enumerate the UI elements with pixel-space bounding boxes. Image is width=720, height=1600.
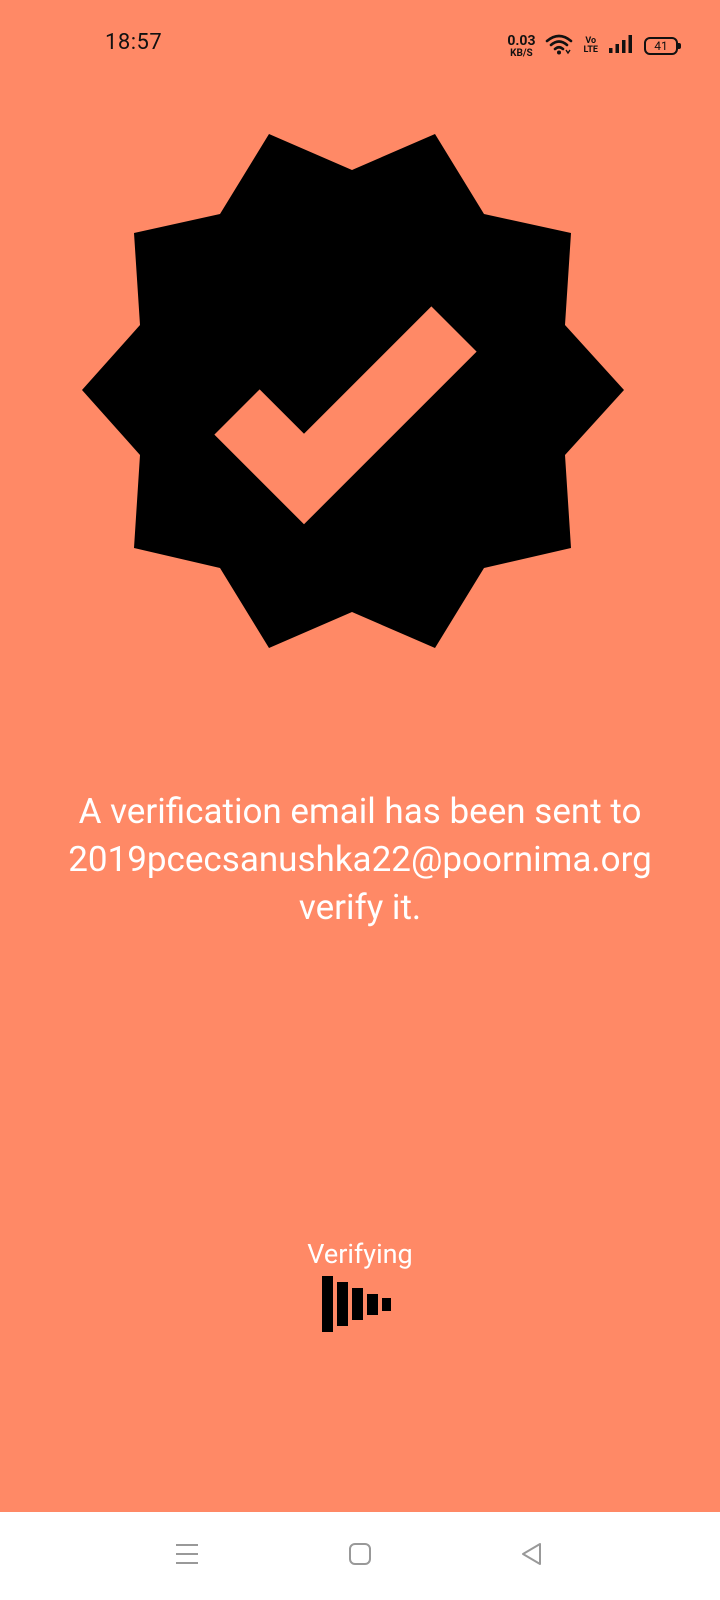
verified-badge-icon	[82, 134, 624, 648]
verification-message: A verification email has been sent to 20…	[0, 788, 720, 932]
verification-screen: 18:57 0.03 KB/S Vo LTE 41 A verification…	[0, 0, 720, 1512]
message-email: 2019pcecsanushka22@poornima.org	[68, 839, 652, 880]
signal-icon	[608, 34, 634, 58]
volte-bottom-label: LTE	[583, 45, 598, 55]
message-line-3: verify it.	[298, 887, 422, 928]
loading-bars-icon	[322, 1276, 402, 1336]
recents-button[interactable]	[165, 1534, 209, 1578]
volte-icon: Vo LTE	[583, 36, 598, 56]
menu-lines-icon	[174, 1541, 200, 1571]
status-icons: 0.03 KB/S Vo LTE 41	[507, 32, 681, 60]
loader-bar	[367, 1294, 378, 1315]
message-line-1: A verification email has been sent to	[78, 791, 642, 832]
loader-bar	[322, 1276, 333, 1332]
network-speed: 0.03 KB/S	[507, 34, 535, 59]
network-speed-value: 0.03	[507, 32, 536, 49]
back-button[interactable]	[510, 1534, 554, 1578]
verifying-label: Verifying	[307, 1238, 413, 1270]
loader-bar	[382, 1298, 391, 1311]
network-speed-unit: KB/S	[510, 47, 533, 59]
home-button[interactable]	[338, 1534, 382, 1578]
wifi-icon	[545, 33, 573, 59]
status-time: 18:57	[105, 30, 163, 55]
battery-icon: 41	[644, 37, 681, 55]
back-triangle-icon	[519, 1541, 545, 1571]
loader-bar	[337, 1282, 348, 1326]
status-bar: 18:57 0.03 KB/S Vo LTE 41	[0, 0, 720, 92]
loader-bar	[352, 1288, 363, 1320]
navigation-bar	[0, 1512, 720, 1600]
home-square-icon	[347, 1541, 373, 1571]
battery-level: 41	[654, 39, 668, 53]
